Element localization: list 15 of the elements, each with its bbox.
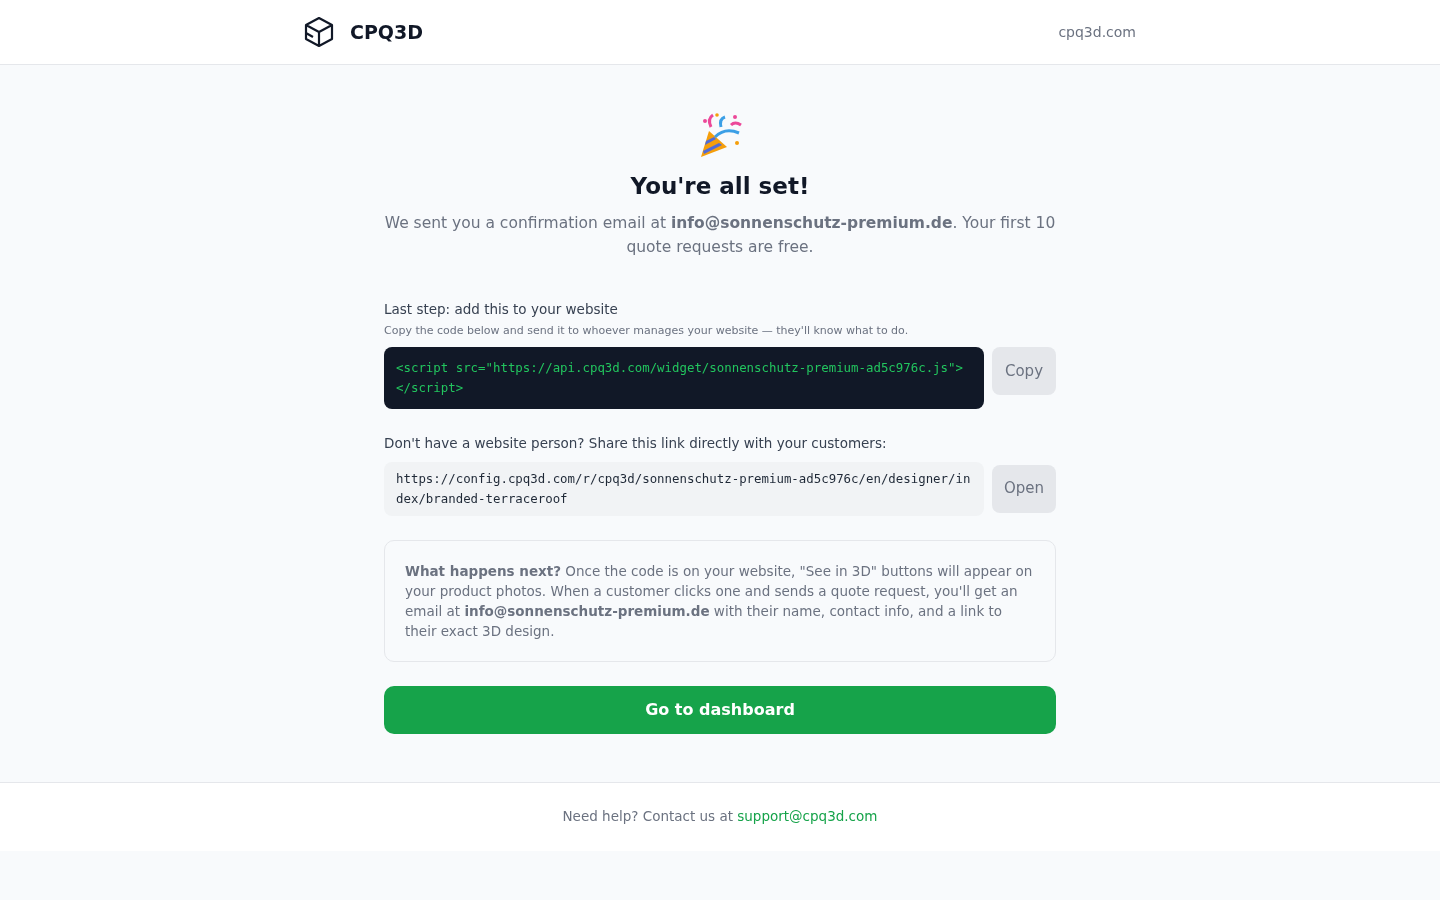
cube-logo-icon	[304, 16, 334, 48]
code-snippet: <script src="https://api.cpq3d.com/widget/sonnenschutz-premium-ad5c976c.js"></script>	[384, 347, 984, 410]
site-link[interactable]: cpq3d.com	[1058, 21, 1136, 43]
brand-name: CPQ3D	[350, 19, 423, 45]
section-hint: Copy the code below and send it to whoever manages your website — they'll know what to do.	[384, 322, 910, 339]
section-label: Don't have a website person? Share this link directly with your customers:	[384, 434, 888, 454]
open-button[interactable]: Open	[992, 464, 1056, 513]
page-title: You're all set!	[629, 173, 811, 201]
info-text: What happens next? Once the code is on your website, "See in 3D" buttons will appear on your product photos. When a customer clicks one and sends a quote request, you'll get an email at info@sonnenschutz-premium.de with their name, contact info, and a link to their exact 3D design.	[405, 561, 1034, 641]
dashboard-button[interactable]: Go to dashboard	[384, 685, 1056, 734]
section-label: Last step: add this to your website	[384, 299, 619, 319]
help-text: Need help? Contact us at support@cpq3d.com	[562, 807, 878, 827]
support-email-link[interactable]: support@cpq3d.com	[737, 808, 878, 825]
copy-button[interactable]: Copy	[992, 347, 1056, 396]
confirmation-message: We sent you a confirmation email at info@sonnenschutz-premium.de. Your first 10 quote requests are free.	[384, 212, 1056, 258]
